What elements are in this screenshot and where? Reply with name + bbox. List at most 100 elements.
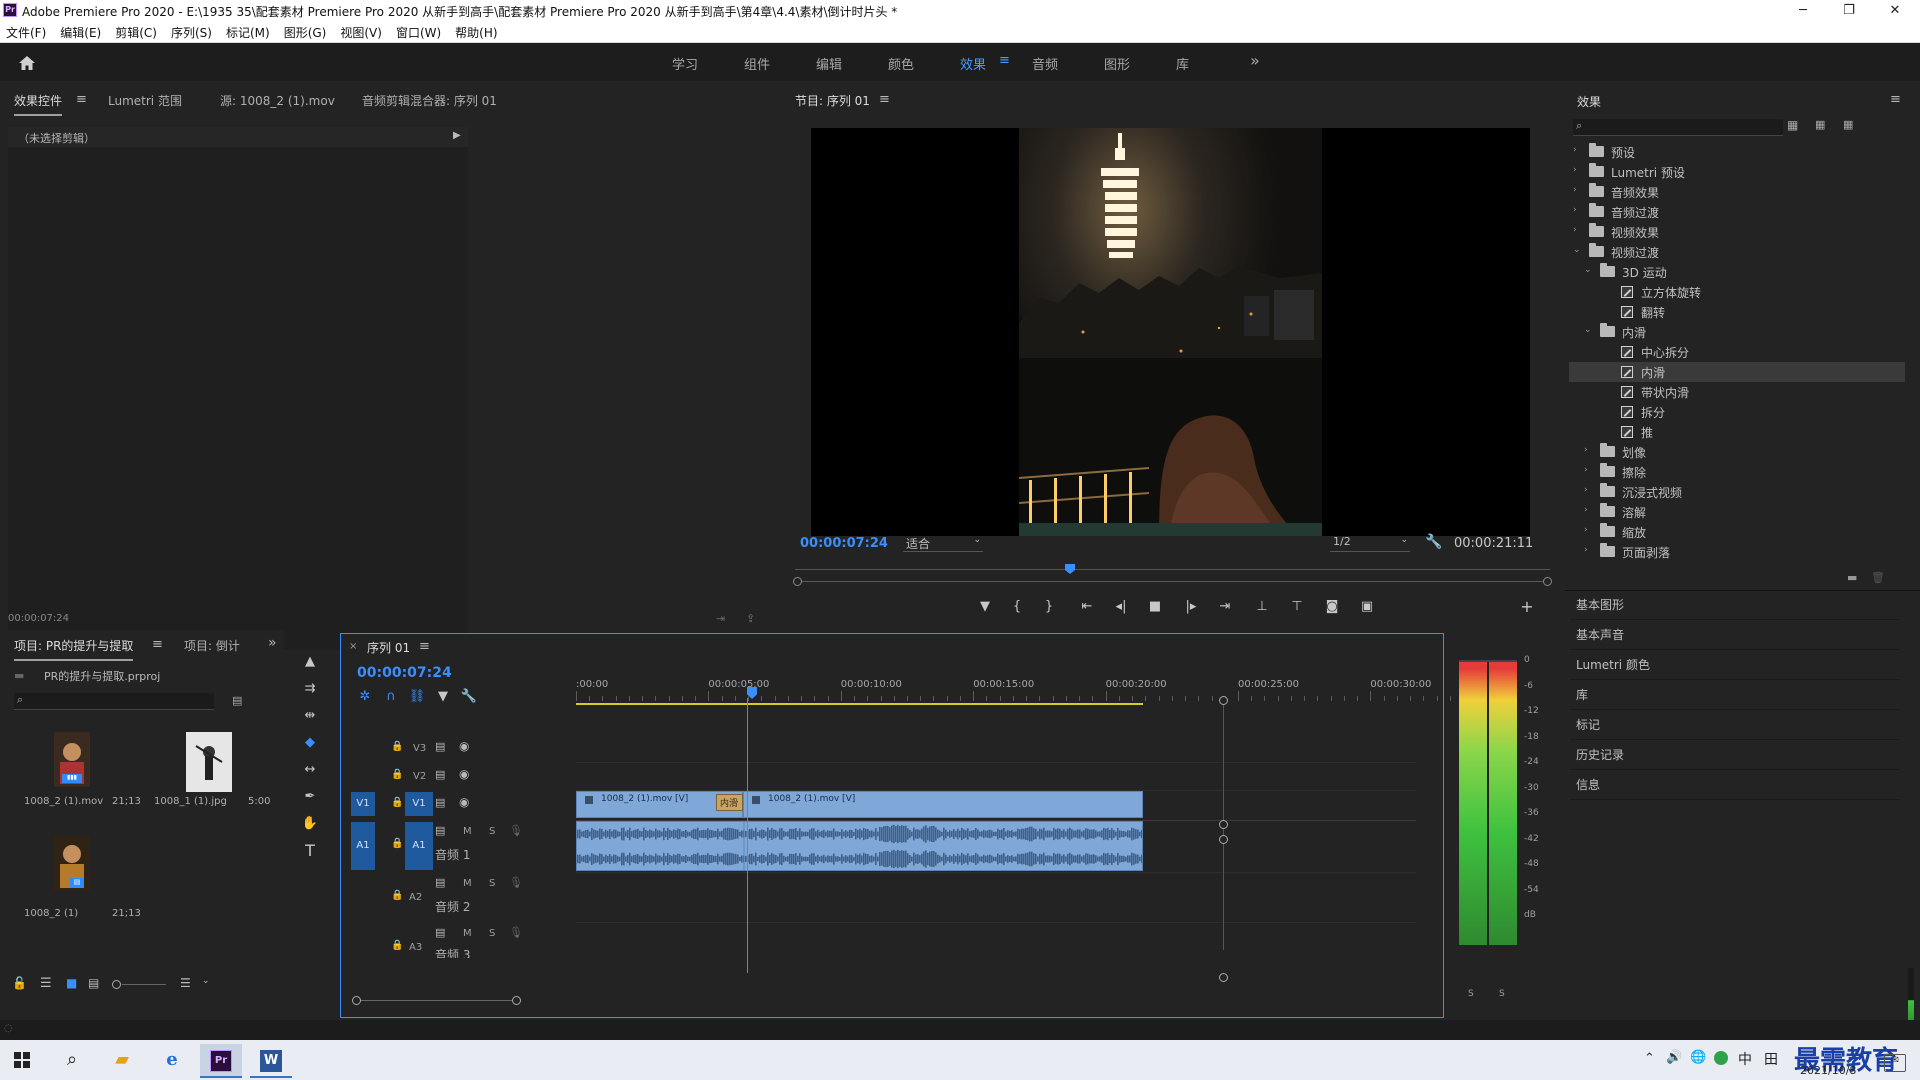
workspace-graphics[interactable]: 图形	[1104, 54, 1130, 73]
timeline-timecode[interactable]: 00:00:07:24	[357, 665, 452, 681]
menu-graphics[interactable]: 图形(G)	[277, 21, 334, 41]
effect-folder[interactable]: › 预设	[1569, 142, 1905, 162]
expand-arrow-icon[interactable]: ▶	[453, 130, 461, 141]
track-target-v1[interactable]: V1	[405, 792, 433, 816]
project-item-video[interactable]: ▮▮▮ 1008_2 (1).mov 21;13	[14, 726, 144, 826]
security-tray-icon[interactable]	[1714, 1051, 1728, 1065]
new-bin-icon[interactable]: ▬	[1847, 571, 1857, 584]
solo-button[interactable]: S	[489, 826, 495, 837]
solo-button[interactable]: S	[489, 878, 495, 889]
step-back-icon[interactable]: ◂|	[1111, 597, 1131, 617]
lock-icon[interactable]: 🔒	[391, 838, 403, 849]
eye-icon[interactable]: ◉	[459, 767, 469, 781]
panel-markers[interactable]: 标记	[1570, 710, 1900, 740]
tracks-area[interactable]: 1008_2 (1).mov [V] 内滑 1008_2 (1).mov [V]	[576, 698, 1416, 974]
effect-folder[interactable]: › 沉浸式视频	[1569, 482, 1905, 502]
track-label[interactable]: V2	[413, 771, 426, 782]
zoom-handle-right[interactable]	[1543, 577, 1552, 586]
zoom-handle-left[interactable]	[793, 577, 802, 586]
tab-lumetri-scopes[interactable]: Lumetri 范围	[108, 92, 182, 109]
horizontal-zoom-scrollbar[interactable]	[356, 1000, 516, 1001]
chevron-right-icon[interactable]: ›	[1573, 185, 1577, 195]
mark-in-icon[interactable]: {	[1007, 597, 1027, 617]
panel-essential-graphics[interactable]: 基本图形	[1570, 590, 1900, 620]
sort-icon[interactable]: ☰	[180, 976, 191, 990]
solo-right-button[interactable]: S	[1499, 989, 1505, 999]
mark-out-icon[interactable]: }	[1039, 597, 1059, 617]
add-marker-icon[interactable]: ▼	[975, 597, 995, 617]
chevron-right-icon[interactable]: ›	[1584, 485, 1588, 495]
track-label[interactable]: A3	[409, 942, 422, 953]
chevron-right-icon[interactable]: ›	[1573, 225, 1577, 235]
scroll-handle-bottom[interactable]	[1219, 973, 1228, 982]
work-area-bar[interactable]	[576, 703, 1143, 705]
mute-button[interactable]: M	[463, 928, 472, 939]
snap-magnet-icon[interactable]: ∩	[381, 687, 401, 707]
menu-clip[interactable]: 剪辑(C)	[108, 21, 164, 41]
effect-item[interactable]: 内滑	[1569, 362, 1905, 382]
sync-lock-icon[interactable]: ▤	[435, 740, 445, 753]
comparison-view-icon[interactable]: ▣	[1357, 597, 1377, 617]
solo-button[interactable]: S	[489, 928, 495, 939]
source-patch-v1[interactable]: V1	[351, 792, 375, 816]
accelerated-effects-icon[interactable]: ▦	[1787, 118, 1798, 132]
chevron-right-icon[interactable]: ›	[1584, 545, 1588, 555]
microphone-icon[interactable]: 🎙	[509, 824, 523, 837]
workspace-libraries[interactable]: 库	[1176, 54, 1189, 73]
effect-folder[interactable]: › 缩放	[1569, 522, 1905, 542]
sync-lock-icon[interactable]: ▤	[435, 876, 445, 889]
panel-info[interactable]: 信息	[1570, 770, 1900, 800]
effect-folder[interactable]: › 音频过渡	[1569, 202, 1905, 222]
chevron-right-icon[interactable]: ›	[1584, 525, 1588, 535]
effect-folder[interactable]: ⌄ 3D 运动	[1569, 262, 1905, 282]
track-label[interactable]: V3	[413, 743, 426, 754]
menu-window[interactable]: 窗口(W)	[389, 21, 448, 41]
workspace-more-icon[interactable]: »	[1250, 51, 1260, 70]
menu-marker[interactable]: 标记(M)	[219, 21, 277, 41]
effect-folder[interactable]: › Lumetri 预设	[1569, 162, 1905, 182]
hand-tool-icon[interactable]: ✋	[300, 814, 320, 834]
share-icon[interactable]: ⇪	[746, 612, 755, 625]
type-tool-icon[interactable]: T	[300, 841, 320, 861]
eye-icon[interactable]: ◉	[459, 739, 469, 753]
lock-icon[interactable]: 🔒	[391, 769, 403, 780]
tab-source[interactable]: 源: 1008_2 (1).mov	[220, 92, 335, 109]
stop-icon[interactable]: ■	[1145, 597, 1165, 617]
notification-center-icon[interactable]: ✉	[1884, 1054, 1906, 1072]
effect-folder[interactable]: › 页面剥落	[1569, 542, 1905, 562]
windows-start-icon[interactable]	[14, 1052, 30, 1068]
program-scrub-bar[interactable]	[797, 581, 1549, 582]
lock-icon[interactable]: 🔒	[391, 940, 403, 951]
go-to-out-icon[interactable]: ⇥	[1215, 597, 1235, 617]
pen-tool-icon[interactable]: ✒	[300, 787, 320, 807]
chevron-right-icon[interactable]: ›	[1584, 445, 1588, 455]
zoom-slider-handle[interactable]	[112, 980, 121, 989]
workspace-color[interactable]: 颜色	[888, 54, 914, 73]
zoom-slider[interactable]	[122, 984, 166, 985]
menu-help[interactable]: 帮助(H)	[448, 21, 504, 41]
panel-history[interactable]: 历史记录	[1570, 740, 1900, 770]
workspace-editing[interactable]: 编辑	[816, 54, 842, 73]
effect-item[interactable]: 拆分	[1569, 402, 1905, 422]
effect-folder[interactable]: › 溶解	[1569, 502, 1905, 522]
32bit-effects-icon[interactable]: ▦	[1815, 118, 1825, 131]
panel-lumetri-color[interactable]: Lumetri 颜色	[1570, 650, 1900, 680]
time-ruler[interactable]: :00:00 00:00:05:00 00:00:10:00 00:00:15:00 0…	[576, 679, 1491, 701]
step-forward-icon[interactable]: |▸	[1181, 597, 1201, 617]
effect-folder[interactable]: › 划像	[1569, 442, 1905, 462]
video-clip[interactable]: 1008_2 (1).mov [V]	[743, 791, 1143, 818]
menu-view[interactable]: 视图(V)	[333, 21, 389, 41]
workspace-audio[interactable]: 音频	[1032, 54, 1058, 73]
source-patch-a1[interactable]: A1	[351, 822, 375, 870]
microphone-icon[interactable]: 🎙	[509, 926, 523, 939]
menu-edit[interactable]: 编辑(E)	[53, 21, 108, 41]
panel-libraries[interactable]: 库	[1570, 680, 1900, 710]
solo-left-button[interactable]: S	[1468, 989, 1474, 999]
track-target-a1[interactable]: A1	[405, 822, 433, 870]
yuv-effects-icon[interactable]: ▦	[1843, 118, 1853, 131]
search-icon[interactable]: ⌕	[52, 1044, 92, 1076]
timeline-settings-wrench-icon[interactable]: 🔧	[459, 687, 479, 707]
fit-dropdown[interactable]: 适合 ⌄	[903, 535, 983, 552]
chevron-right-icon[interactable]: ›	[1573, 165, 1577, 175]
workspace-learn[interactable]: 学习	[672, 54, 698, 73]
